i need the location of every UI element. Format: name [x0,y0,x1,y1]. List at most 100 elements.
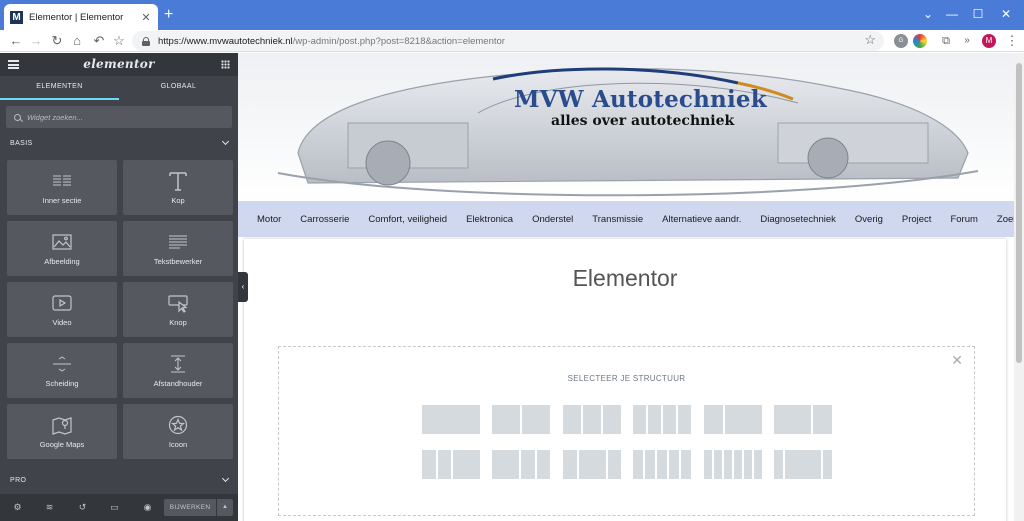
nav-item-elektronica[interactable]: Elektronica [466,214,513,225]
reload-icon[interactable]: ↻ [49,33,65,49]
extension-icon[interactable]: G [894,34,908,48]
widget-label: Knop [169,317,187,327]
navigator-layers-icon[interactable]: ≋ [44,502,55,513]
url-text: https://www.mvwautotechniek.nl/wp-admin/… [158,36,505,47]
structure-preset-16-66-16[interactable] [774,450,832,479]
close-window-button[interactable]: ✕ [994,5,1018,23]
nav-item-alternatieve[interactable]: Alternatieve aandr. [662,214,741,225]
site-tagline: alles over autotechniek [551,113,735,129]
settings-gear-icon[interactable]: ⚙ [12,502,23,513]
search-icon [14,113,21,121]
page-content-area: Elementor ✕ SELECTEER JE STRUCTUUR [244,239,1006,521]
divider-icon [53,355,71,372]
structure-preset-25-50-25[interactable] [563,450,621,479]
close-tab-icon[interactable]: ✕ [140,11,152,24]
widget-button[interactable]: Knop [123,282,233,337]
menu-more-icon[interactable]: ⋮ [1004,33,1020,49]
widget-search[interactable] [6,106,232,128]
structure-preset-2col[interactable] [492,405,550,434]
video-icon [52,294,72,311]
forward-icon[interactable]: → [28,33,44,49]
structure-title: SELECTEER JE STRUCTUUR [567,374,686,383]
category-pro[interactable]: PRO [0,469,238,491]
bookmark-star-icon[interactable]: ☆ [864,32,876,48]
address-bar[interactable]: https://www.mvwautotechniek.nl/wp-admin/… [132,31,884,51]
avatar[interactable]: M [982,34,996,48]
back-icon[interactable]: ← [8,33,24,49]
responsive-desktop-icon[interactable]: ▭ [109,502,120,513]
nav-item-motor[interactable]: Motor [257,214,281,225]
collapse-panel-chevron-left-icon[interactable]: ‹ [238,272,248,302]
maximize-button[interactable]: ☐ [966,5,990,23]
nav-item-forum[interactable]: Forum [950,214,977,225]
history-icon[interactable]: ↺ [77,502,88,513]
tab-global[interactable]: GLOBAAL [119,76,238,100]
structure-preset-5col[interactable] [633,450,691,479]
widget-video[interactable]: Video [7,282,117,337]
structure-preset-3col[interactable] [563,405,621,434]
scrollbar[interactable] [1014,53,1024,521]
tab-search-icon[interactable]: ⌄ [916,5,940,23]
category-label: BASIS [10,139,33,147]
widget-image[interactable]: Afbeelding [7,221,117,276]
widget-inner-section[interactable]: Inner sectie [7,160,117,215]
tab-title: Elementor | Elementor [29,11,124,23]
close-icon[interactable]: ✕ [951,352,963,369]
nav-item-project[interactable]: Project [902,214,932,225]
widget-google-maps[interactable]: Google Maps [7,404,117,459]
nav-item-carrosserie[interactable]: Carrosserie [300,214,349,225]
widget-heading[interactable]: Kop [123,160,233,215]
structure-preset-6col[interactable] [704,450,762,479]
panel-tabs: ELEMENTEN GLOBAAL [0,76,238,100]
color-extension-icon[interactable] [913,34,927,48]
structure-preset-25-25-50[interactable] [422,450,480,479]
home-icon[interactable]: ⌂ [69,33,85,49]
button-icon [168,294,188,313]
category-basis[interactable]: BASIS [0,132,238,154]
structure-preset-1col[interactable] [422,405,480,434]
widgets-grid-icon[interactable] [221,60,230,69]
widget-divider[interactable]: Scheiding [7,343,117,398]
widget-label: Scheiding [45,378,79,388]
widget-spacer[interactable]: Afstandhouder [123,343,233,398]
widget-icon[interactable]: Icoon [123,404,233,459]
panel-header: elementor [0,53,238,76]
site-navigation: Motor Carrosserie Comfort, veiligheid El… [238,201,1014,237]
browser-tab[interactable]: M Elementor | Elementor ✕ [4,4,158,30]
structure-preset-66-33[interactable] [774,405,832,434]
minimize-button[interactable]: — [940,5,964,23]
structure-preset-4col[interactable] [633,405,691,434]
widget-label: Google Maps [39,439,85,449]
nav-item-comfort[interactable]: Comfort, veiligheid [368,214,447,225]
structure-preset-33-66[interactable] [704,405,762,434]
nav-item-onderstel[interactable]: Onderstel [532,214,573,225]
widget-label: Video [52,317,72,327]
search-input[interactable] [27,112,207,122]
scrollbar-thumb[interactable] [1016,63,1022,363]
lock-icon [142,36,150,46]
nav-item-overig[interactable]: Overig [855,214,883,225]
nav-item-zoek[interactable]: Zoek [997,214,1014,225]
extension-chevron-icon[interactable]: » [959,33,975,49]
widget-label: Icoon [168,439,188,449]
preview-eye-icon[interactable]: ◉ [142,502,153,513]
new-tab-button[interactable]: + [164,7,173,23]
crop-icon[interactable]: ⧉ [938,33,954,49]
save-options-chevron-up-icon[interactable]: ▲ [217,499,233,516]
structure-preset-50-25-25[interactable] [492,450,550,479]
widget-grid: Inner sectie Kop Afbeelding Tekstbewerke… [0,160,238,459]
widget-text-editor[interactable]: Tekstbewerker [123,221,233,276]
tab-elements[interactable]: ELEMENTEN [0,76,119,100]
nav-item-transmissie[interactable]: Transmissie [592,214,643,225]
favicon-icon: M [10,10,23,24]
widget-label: Afbeelding [44,256,80,266]
site-title[interactable]: MVW Autotechniek [514,86,767,113]
undo-icon[interactable]: ↶ [91,33,107,49]
elementor-panel: elementor ELEMENTEN GLOBAAL BASIS Inner … [0,53,238,521]
update-button[interactable]: BIJWERKEN [164,499,216,516]
bookmark-star-icon[interactable]: ☆ [111,33,127,49]
nav-item-diagnosetechniek[interactable]: Diagnosetechniek [760,214,836,225]
site-header-banner: MVW Autotechniek alles over autotechniek [238,53,1014,203]
widget-label: Inner sectie [42,195,82,205]
page-title[interactable]: Elementor [244,265,1006,292]
